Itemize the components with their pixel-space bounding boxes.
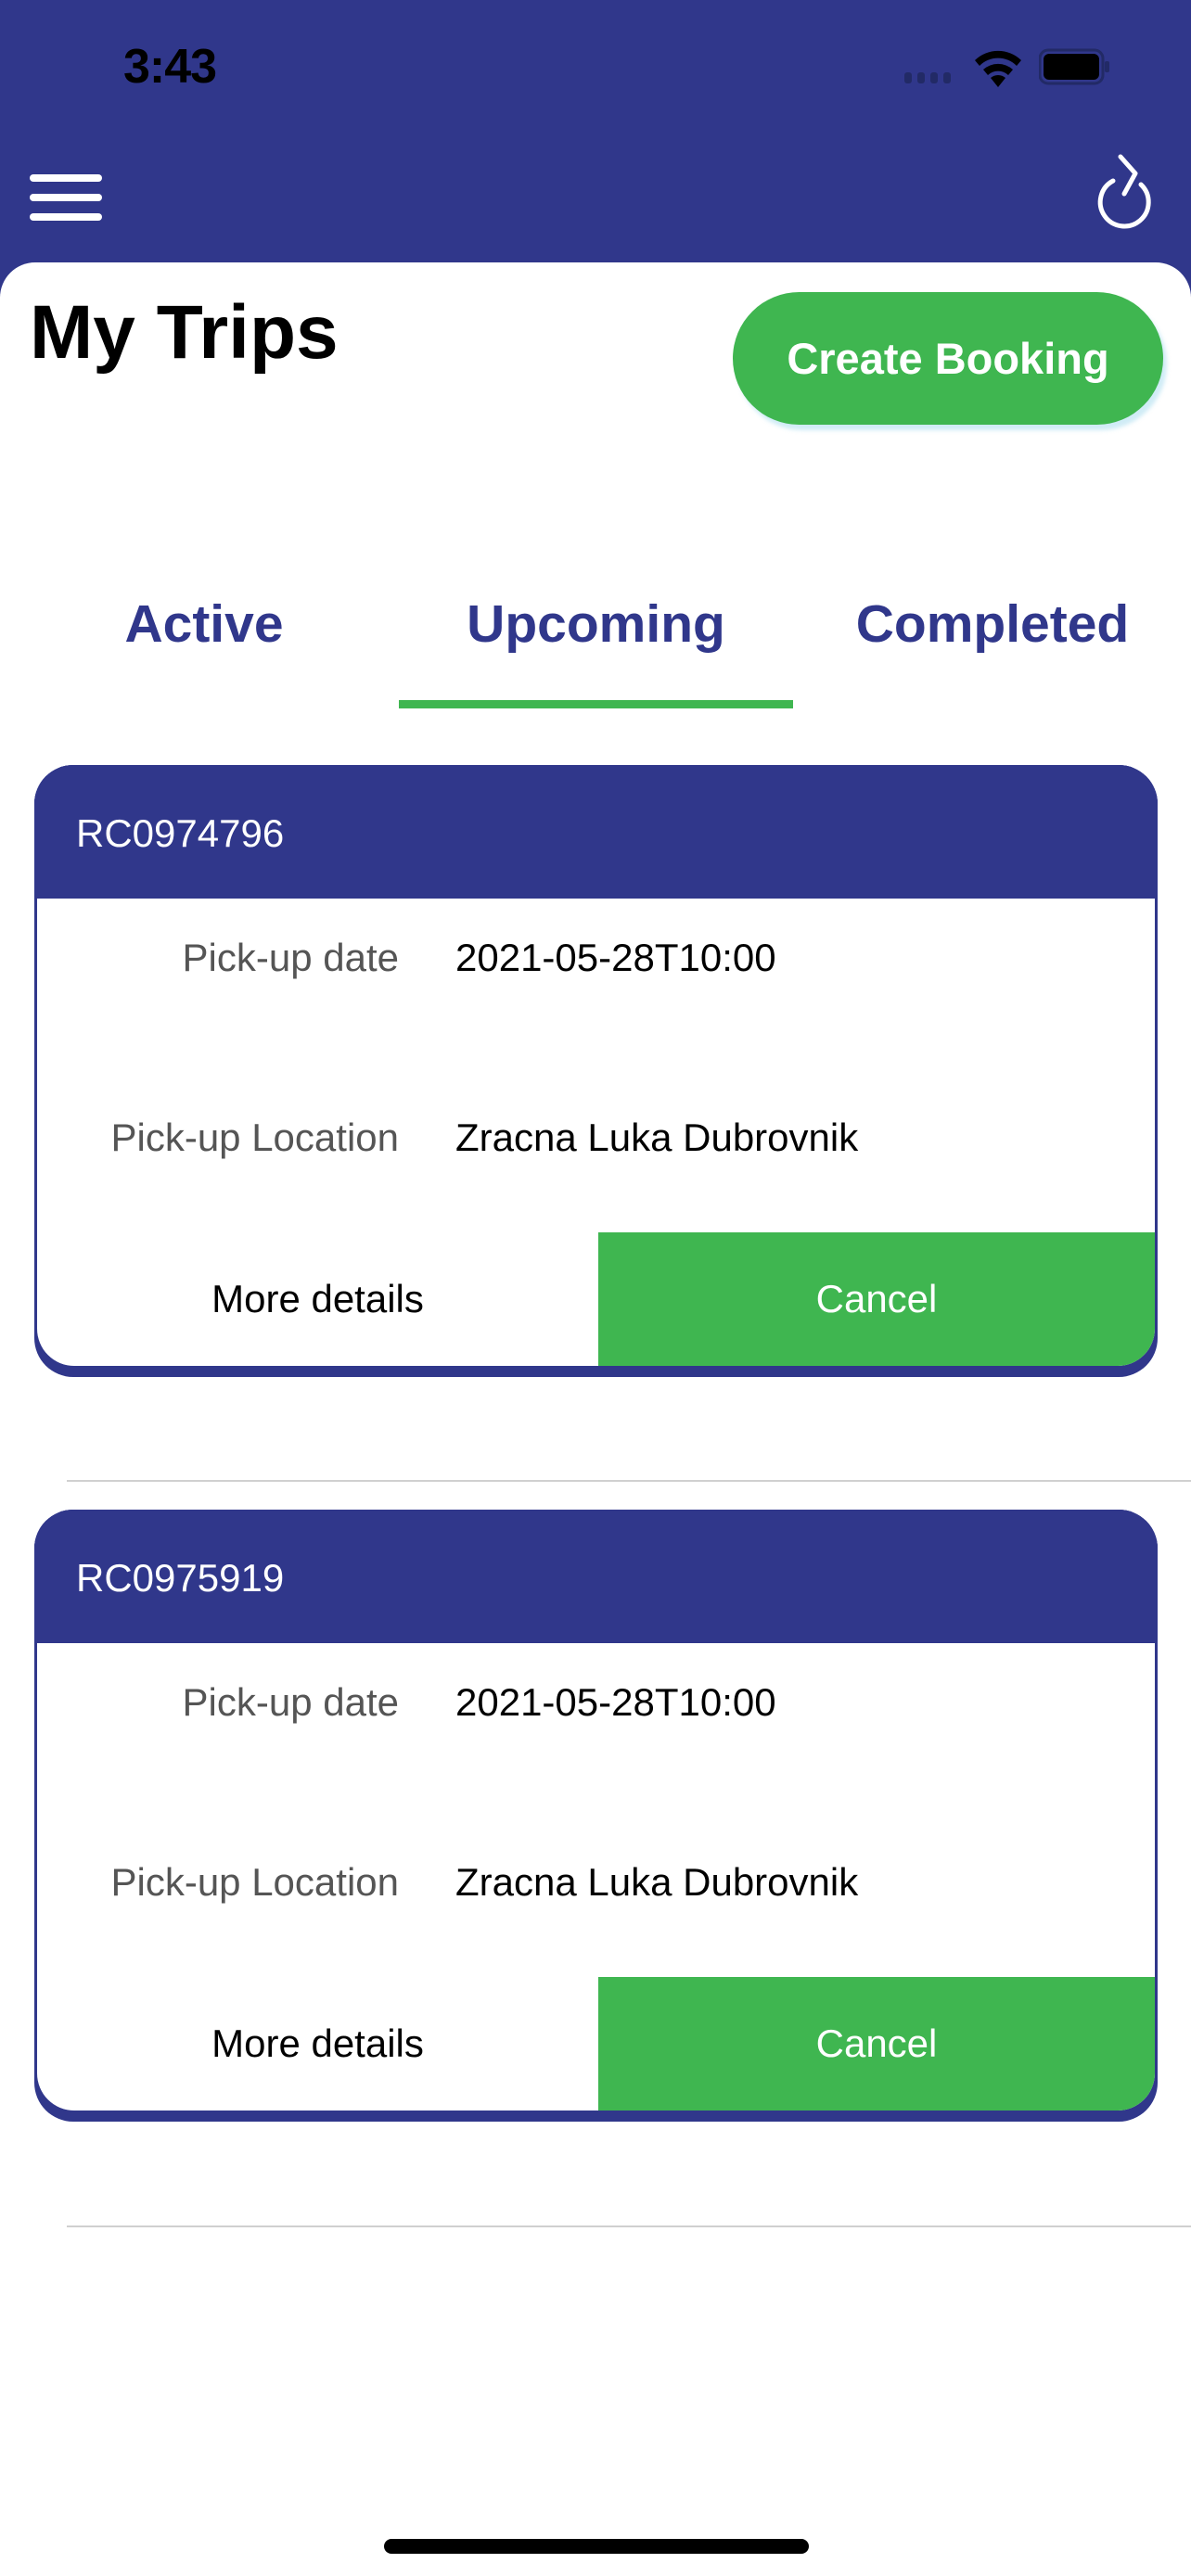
trip-card: RC0974796 Pick-up date 2021-05-28T10:00 …: [34, 765, 1158, 1377]
cancel-trip-button[interactable]: Cancel: [598, 1232, 1155, 1366]
create-booking-button[interactable]: Create Booking: [733, 292, 1163, 425]
pickup-date-label: Pick-up date: [182, 936, 399, 979]
trip-card-body: Pick-up date 2021-05-28T10:00 Pick-up Lo…: [37, 899, 1155, 1366]
cellular-signal-icon: [904, 72, 951, 83]
refresh-button[interactable]: [1093, 153, 1163, 233]
pickup-location-value: Zracna Luka Dubrovnik: [455, 1116, 859, 1159]
pickup-location-label: Pick-up Location: [110, 1116, 399, 1159]
pickup-location-label: Pick-up Location: [110, 1860, 399, 1904]
trip-card-header: RC0974796: [34, 765, 1158, 899]
booking-reference: RC0974796: [76, 811, 285, 855]
wifi-icon: [975, 50, 1021, 87]
battery-icon: [1039, 48, 1109, 85]
tab-active[interactable]: Active: [97, 593, 311, 705]
status-time: 3:43: [123, 40, 217, 94]
list-separator: [67, 1480, 1191, 1482]
trip-card-body: Pick-up date 2021-05-28T10:00 Pick-up Lo…: [37, 1643, 1155, 2111]
trip-tabs: Active Upcoming Completed: [0, 593, 1191, 714]
booking-reference: RC0975919: [76, 1556, 285, 1600]
more-details-button[interactable]: More details: [37, 1977, 598, 2111]
tab-completed[interactable]: Completed: [835, 593, 1150, 705]
more-details-button[interactable]: More details: [37, 1232, 598, 1366]
cancel-trip-button[interactable]: Cancel: [598, 1977, 1155, 2111]
pickup-date-label: Pick-up date: [182, 1680, 399, 1724]
pickup-date-value: 2021-05-28T10:00: [455, 936, 776, 979]
hamburger-menu-icon: [30, 174, 102, 182]
trip-card: RC0975919 Pick-up date 2021-05-28T10:00 …: [34, 1510, 1158, 2122]
menu-button[interactable]: [30, 174, 104, 221]
tab-upcoming[interactable]: Upcoming: [399, 593, 793, 705]
list-separator: [67, 2225, 1191, 2227]
page-title: My Trips: [30, 290, 339, 375]
refresh-icon: [1097, 154, 1151, 229]
pickup-location-value: Zracna Luka Dubrovnik: [455, 1860, 859, 1904]
active-tab-indicator: [399, 700, 793, 708]
top-app-bar: 3:43: [0, 0, 1191, 297]
home-indicator[interactable]: [384, 2539, 809, 2554]
pickup-date-value: 2021-05-28T10:00: [455, 1680, 776, 1724]
trip-card-header: RC0975919: [34, 1510, 1158, 1643]
